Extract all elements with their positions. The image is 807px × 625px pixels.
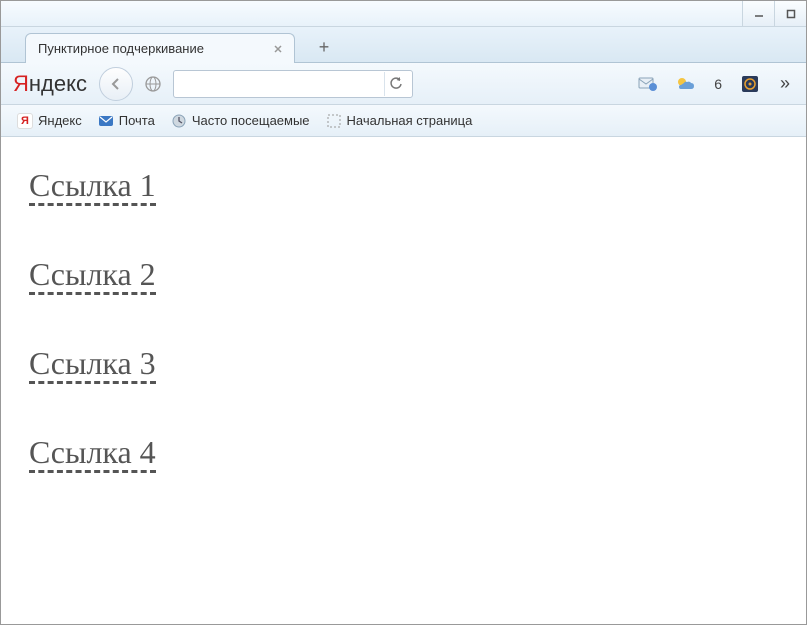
site-identity-button[interactable]: [139, 70, 167, 98]
bookmark-homepage[interactable]: Начальная страница: [320, 111, 479, 131]
bookmarks-toolbar: Я Яндекс Почта Часто посещаемые Начальна…: [1, 105, 806, 137]
minimize-button[interactable]: [742, 1, 774, 26]
link-1[interactable]: Ссылка 1: [29, 169, 156, 206]
back-button[interactable]: [99, 67, 133, 101]
link-4[interactable]: Ссылка 4: [29, 436, 156, 473]
new-tab-button[interactable]: +: [309, 32, 339, 62]
overflow-button[interactable]: »: [772, 73, 798, 94]
extension-icon: [740, 74, 760, 94]
browser-window: Пунктирное подчеркивание + Яндекс: [0, 0, 807, 625]
navigation-toolbar: Яндекс 6 »: [1, 63, 806, 105]
window-titlebar: [1, 1, 806, 27]
tab-title: Пунктирное подчеркивание: [38, 41, 204, 56]
reload-button[interactable]: [384, 72, 408, 96]
tab-bar: Пунктирное подчеркивание +: [1, 27, 806, 63]
globe-icon: [144, 75, 162, 93]
bookmark-mail[interactable]: Почта: [92, 111, 161, 131]
mail-notification-button[interactable]: [632, 68, 664, 100]
bookmark-label: Почта: [119, 113, 155, 128]
tab-close-button[interactable]: [270, 41, 286, 57]
plus-icon: +: [319, 37, 330, 58]
close-icon: [273, 44, 283, 54]
browser-tab[interactable]: Пунктирное подчеркивание: [25, 33, 295, 63]
placeholder-icon: [326, 113, 342, 129]
mail-star-icon: [638, 76, 658, 92]
link-2[interactable]: Ссылка 2: [29, 258, 156, 295]
bookmark-label: Начальная страница: [347, 113, 473, 128]
brand-logo[interactable]: Яндекс: [13, 71, 87, 97]
maximize-button[interactable]: [774, 1, 806, 26]
weather-button[interactable]: [670, 68, 702, 100]
bookmark-most-visited[interactable]: Часто посещаемые: [165, 111, 316, 131]
minimize-icon: [754, 9, 764, 19]
most-visited-icon: [171, 113, 187, 129]
page-content: Ссылка 1 Ссылка 2 Ссылка 3 Ссылка 4: [1, 137, 806, 557]
weather-icon: [675, 75, 697, 93]
bookmark-label: Часто посещаемые: [192, 113, 310, 128]
yandex-icon: Я: [17, 113, 33, 129]
reload-icon: [389, 77, 403, 91]
bookmark-yandex[interactable]: Я Яндекс: [11, 111, 88, 131]
link-3[interactable]: Ссылка 3: [29, 347, 156, 384]
mail-icon: [98, 113, 114, 129]
maximize-icon: [786, 9, 796, 19]
extension-button[interactable]: [734, 68, 766, 100]
bookmark-label: Яндекс: [38, 113, 82, 128]
chevron-double-right-icon: »: [780, 73, 790, 93]
url-input[interactable]: [178, 71, 384, 97]
arrow-left-icon: [108, 76, 124, 92]
url-bar[interactable]: [173, 70, 413, 98]
notification-count[interactable]: 6: [708, 76, 728, 92]
